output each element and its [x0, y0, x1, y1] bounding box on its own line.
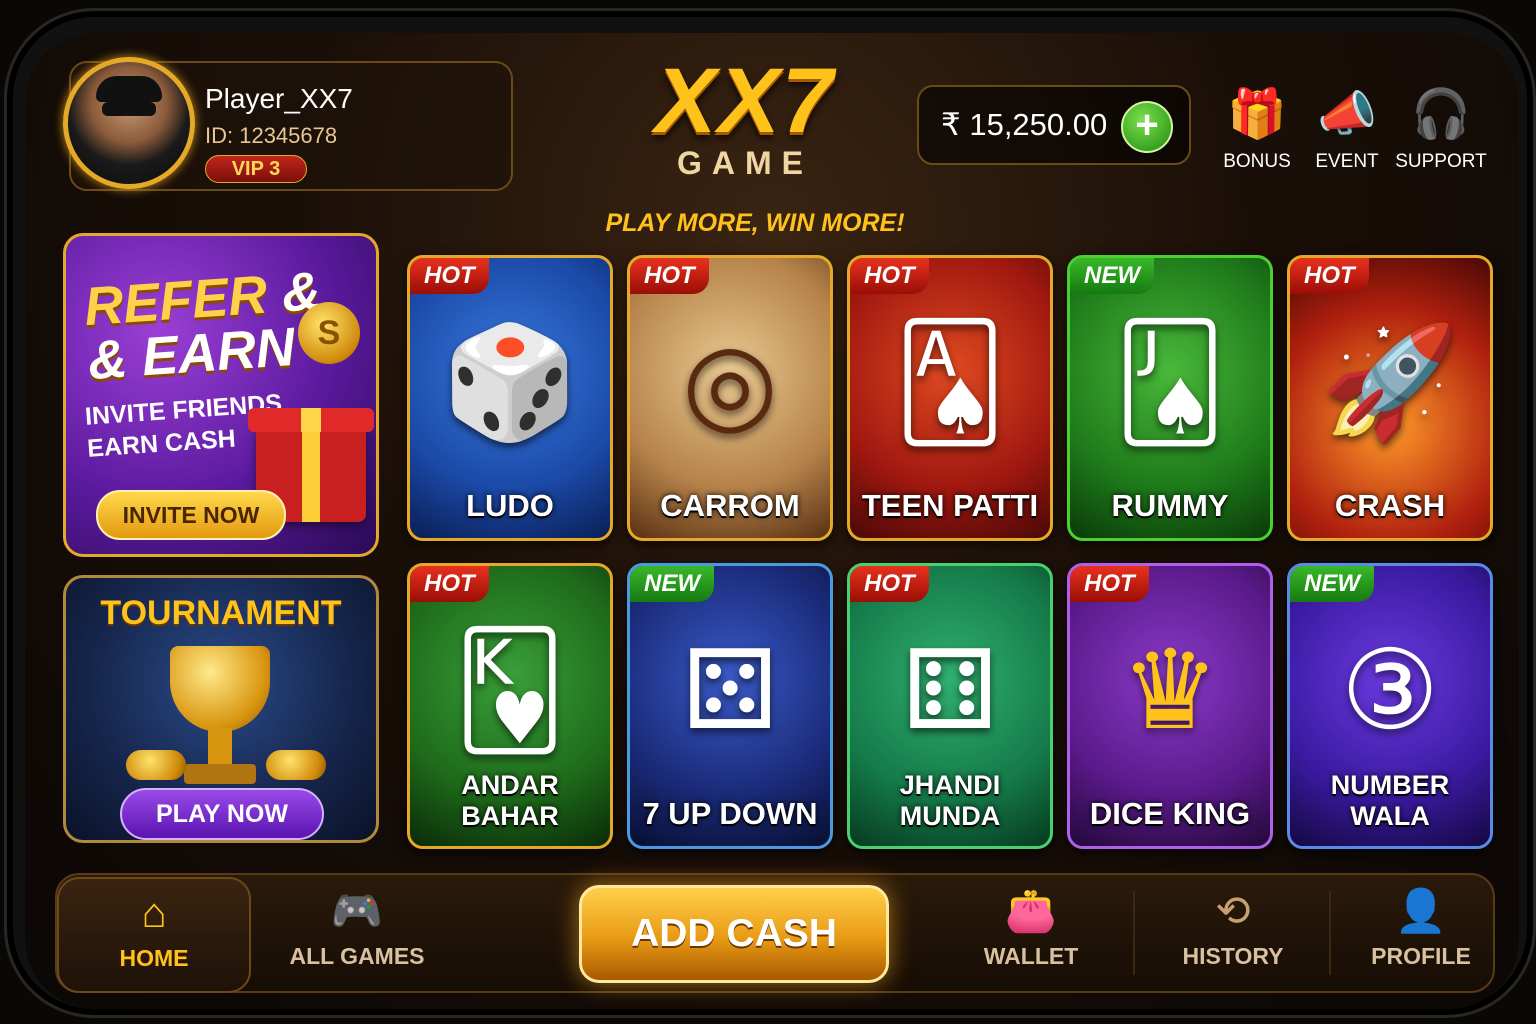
logo-sub: GAME: [677, 145, 813, 181]
coin-icon: S: [298, 302, 360, 364]
dice-icon: ⚅: [902, 629, 998, 752]
support-button[interactable]: 🎧 SUPPORT: [1391, 85, 1491, 173]
hot-badge: HOT: [850, 566, 929, 602]
game-tile-rummy[interactable]: NEW 🂫 RUMMY: [1067, 255, 1273, 541]
user-icon: 👤: [1394, 887, 1448, 934]
trophy-base: [184, 764, 256, 784]
tournament-banner[interactable]: TOURNAMENT PLAY NOW: [63, 575, 379, 843]
hot-badge: HOT: [630, 258, 709, 294]
app-screen: Player_XX7 ID: 12345678 VIP 3 XX7 GAME P…: [25, 33, 1519, 1009]
logo-main: XX7: [655, 50, 835, 152]
game-tile-jhandi-munda[interactable]: HOT ⚅ JHANDI MUNDA: [847, 563, 1053, 849]
add-cash-button[interactable]: ADD CASH: [579, 885, 889, 983]
headset-icon: 🎧: [1411, 88, 1471, 141]
nav-home-label: HOME: [119, 945, 189, 971]
hot-badge: HOT: [410, 258, 489, 294]
game-tile-crash[interactable]: HOT 🚀 CRASH: [1287, 255, 1493, 541]
game-name: DICE KING: [1089, 796, 1251, 831]
game-tile-andar-bahar[interactable]: HOT 🂾 ANDAR BAHAR: [407, 563, 613, 849]
home-icon: ⌂: [141, 889, 167, 936]
trophy-icon: [170, 646, 270, 732]
game-name: CARROM: [660, 488, 800, 523]
trophy-stem: [208, 728, 232, 768]
invite-now-button[interactable]: INVITE NOW: [96, 490, 286, 540]
nav-all-games[interactable]: 🎮 ALL GAMES: [267, 885, 447, 981]
history-icon: ⟲: [1215, 887, 1251, 934]
game-tile-carrom[interactable]: HOT ◎ CARROM: [627, 255, 833, 541]
lottery-balls-icon: ③: [1340, 629, 1440, 752]
balance-amount: ₹ 15,250.00: [941, 107, 1108, 142]
new-badge: NEW: [1290, 566, 1374, 602]
game-tile-dice-king[interactable]: HOT ♛ DICE KING: [1067, 563, 1273, 849]
gamepad-icon: 🎮: [330, 887, 384, 934]
wallet-icon: 👛: [1004, 887, 1058, 934]
game-name: JHANDI MUNDA: [899, 770, 1001, 831]
nav-profile[interactable]: 👤 PROFILE: [1331, 885, 1511, 981]
tagline: PLAY MORE, WIN MORE!: [605, 209, 905, 237]
game-tile-ludo[interactable]: HOT 🎲 LUDO: [407, 255, 613, 541]
refer-earn-banner[interactable]: REFER & & EARN S INVITE FRIENDS EARN CAS…: [63, 233, 379, 557]
hot-badge: HOT: [410, 566, 489, 602]
refer-sub-line2: EARN CASH: [86, 424, 237, 463]
new-badge: NEW: [1070, 258, 1154, 294]
app-logo: XX7 GAME: [585, 53, 905, 182]
support-label: SUPPORT: [1395, 151, 1487, 172]
playing-cards-icon: 🂾: [453, 629, 567, 752]
game-name: NUMBER WALA: [1330, 770, 1450, 831]
hot-badge: HOT: [1070, 566, 1149, 602]
device-frame: Player_XX7 ID: 12345678 VIP 3 XX7 GAME P…: [4, 8, 1536, 1018]
new-badge: NEW: [630, 566, 714, 602]
player-id: ID: 12345678: [205, 123, 338, 148]
tournament-title: TOURNAMENT: [100, 594, 342, 632]
vip-badge: VIP 3: [205, 155, 307, 183]
wallet-balance[interactable]: ₹ 15,250.00 +: [917, 85, 1191, 165]
refer-title: REFER & & EARN: [82, 261, 327, 391]
crown-icon: ♛: [1120, 629, 1220, 752]
add-balance-button[interactable]: +: [1121, 101, 1173, 153]
game-tile-number-wala[interactable]: NEW ③ NUMBER WALA: [1287, 563, 1493, 849]
playing-cards-icon: 🂡: [893, 321, 1007, 444]
avatar-hair: [96, 76, 162, 102]
avatar-glasses: [102, 102, 156, 116]
avatar[interactable]: [63, 57, 195, 189]
player-name: Player_XX7: [205, 83, 353, 114]
game-tile-7-up-down[interactable]: NEW ⚄ 7 UP DOWN: [627, 563, 833, 849]
profile-card[interactable]: Player_XX7 ID: 12345678 VIP 3: [63, 57, 513, 191]
dice-icon: ⚄: [682, 629, 778, 752]
game-name: TEEN PATTI: [861, 488, 1039, 523]
hot-badge: HOT: [1290, 258, 1369, 294]
game-name: RUMMY: [1111, 488, 1229, 523]
nav-all-games-label: ALL GAMES: [289, 943, 425, 969]
hot-badge: HOT: [850, 258, 929, 294]
event-label: EVENT: [1315, 151, 1379, 172]
rocket-icon: 🚀: [1321, 321, 1459, 444]
nav-wallet-label: WALLET: [983, 943, 1079, 969]
dice-icon: 🎲: [441, 321, 579, 444]
play-now-button[interactable]: PLAY NOW: [120, 788, 324, 840]
nav-home[interactable]: ⌂ HOME: [57, 877, 251, 993]
coin-stack-left: [126, 750, 186, 780]
event-button[interactable]: 📣 EVENT: [1297, 85, 1397, 173]
game-name: CRASH: [1334, 488, 1446, 523]
coin-stack-right: [266, 750, 326, 780]
carrom-board-icon: ◎: [682, 321, 778, 444]
nav-profile-label: PROFILE: [1371, 943, 1471, 969]
playing-cards-icon: 🂫: [1113, 321, 1227, 444]
bonus-label: BONUS: [1223, 151, 1291, 172]
game-name: 7 UP DOWN: [642, 796, 818, 831]
game-name: ANDAR BAHAR: [461, 770, 559, 831]
game-name: LUDO: [466, 488, 554, 523]
nav-history[interactable]: ⟲ HISTORY: [1143, 885, 1323, 981]
nav-divider: [1133, 891, 1135, 975]
nav-wallet[interactable]: 👛 WALLET: [941, 885, 1121, 981]
nav-history-label: HISTORY: [1182, 943, 1284, 969]
megaphone-icon: 📣: [1317, 88, 1377, 141]
game-tile-teen-patti[interactable]: HOT 🂡 TEEN PATTI: [847, 255, 1053, 541]
bonus-button[interactable]: 🎁 BONUS: [1207, 85, 1307, 173]
gift-icon: 🎁: [1227, 88, 1287, 141]
